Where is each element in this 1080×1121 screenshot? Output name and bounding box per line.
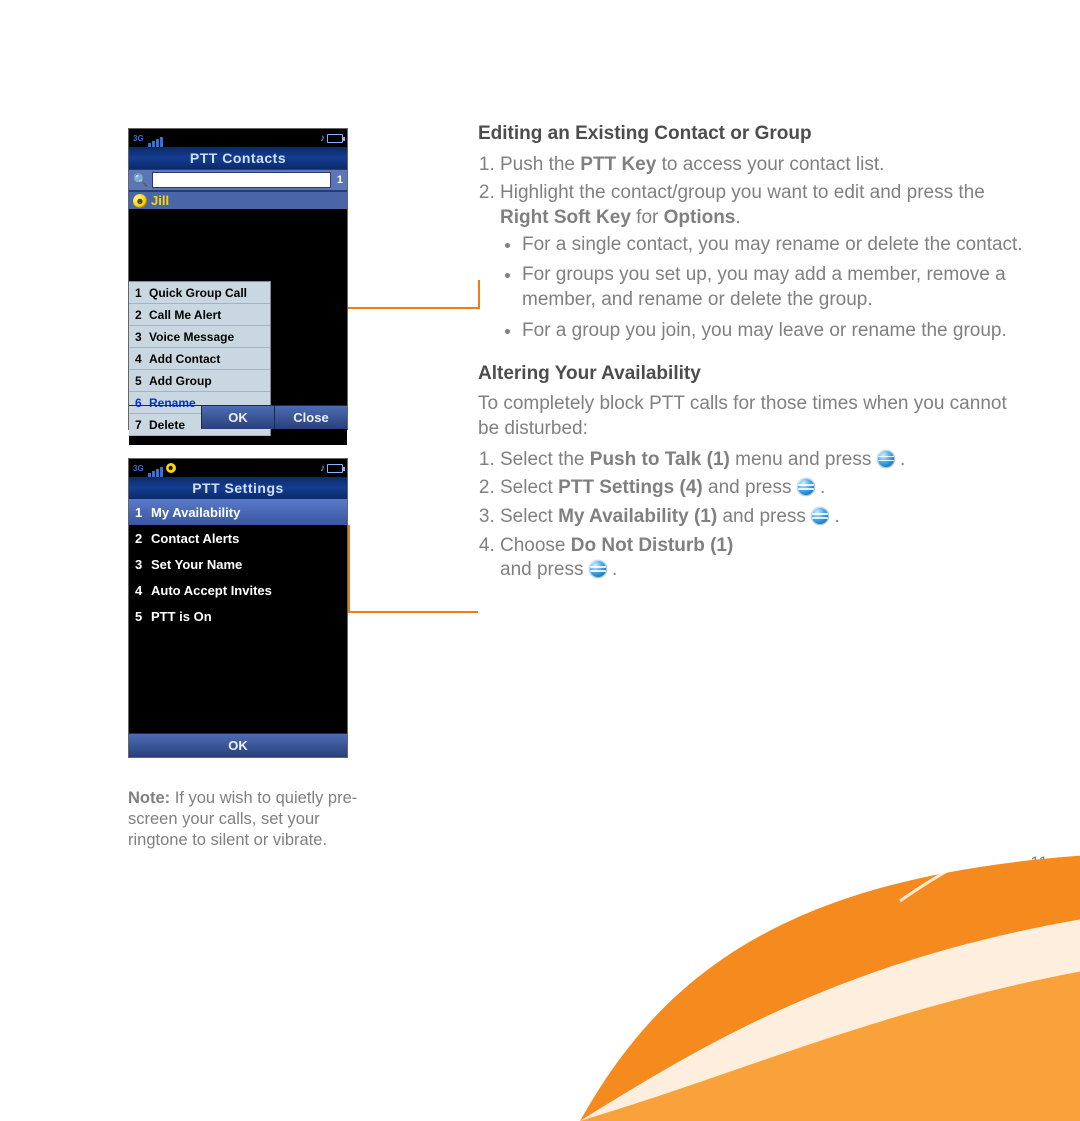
decorative-swoosh xyxy=(580,601,1080,1121)
status-bar: 3G ☻ ♪ xyxy=(129,459,347,477)
screen-title: PTT Settings xyxy=(129,477,347,499)
page-number: 11 xyxy=(1030,853,1048,873)
callout-line xyxy=(348,611,478,613)
search-input[interactable] xyxy=(152,172,331,188)
att-globe-icon xyxy=(797,478,815,496)
instruction-text: Editing an Existing Contact or Group Pus… xyxy=(478,122,1024,587)
softkey-ok[interactable]: OK xyxy=(129,733,347,757)
manual-page: 3G ♪ PTT Contacts 🔍 1 ☻ Jill 1Quick Grou… xyxy=(0,0,1080,901)
callout-line xyxy=(348,525,350,611)
result-count: 1 xyxy=(337,174,343,186)
music-icon: ♪ xyxy=(320,463,325,474)
softkey-bar: OK xyxy=(129,733,347,757)
network-3g-icon: 3G xyxy=(133,134,144,143)
callout-line xyxy=(348,307,480,309)
att-globe-icon xyxy=(877,450,895,468)
heading-editing: Editing an Existing Contact or Group xyxy=(478,122,1024,147)
softkey-bar: OK Close xyxy=(129,405,347,429)
softkey-ok[interactable]: OK xyxy=(201,405,274,429)
settings-row[interactable]: 2Contact Alerts xyxy=(129,525,347,551)
signal-icon xyxy=(148,459,164,477)
intro-text: To completely block PTT calls for those … xyxy=(478,392,1024,441)
menu-item[interactable]: 1Quick Group Call xyxy=(129,282,270,304)
bullet: For a single contact, you may rename or … xyxy=(522,233,1024,258)
settings-row[interactable]: 3Set Your Name xyxy=(129,551,347,577)
step: Select PTT Settings (4) and press . xyxy=(500,476,1024,501)
softkey-left[interactable] xyxy=(129,405,201,429)
menu-item[interactable]: 4Add Contact xyxy=(129,348,270,370)
step: Push the PTT Key to access your contact … xyxy=(500,153,1024,178)
softkey-close[interactable]: Close xyxy=(274,405,347,429)
settings-list: 1My Availability 2Contact Alerts 3Set Yo… xyxy=(129,499,347,733)
step: Highlight the contact/group you want to … xyxy=(500,181,1024,343)
screenshot-ptt-settings: 3G ☻ ♪ PTT Settings 1My Availability 2Co… xyxy=(128,458,348,758)
heading-availability: Altering Your Availability xyxy=(478,362,1024,387)
att-globe-icon xyxy=(811,507,829,525)
music-icon: ♪ xyxy=(320,133,325,144)
status-bar: 3G ♪ xyxy=(129,129,347,147)
search-row: 🔍 1 xyxy=(129,169,347,191)
settings-row[interactable]: 5PTT is On xyxy=(129,603,347,629)
step: Select My Availability (1) and press . xyxy=(500,505,1024,530)
battery-icon xyxy=(327,464,343,473)
att-globe-icon xyxy=(589,560,607,578)
contact-row[interactable]: ☻ Jill xyxy=(129,191,347,209)
settings-row[interactable]: 4Auto Accept Invites xyxy=(129,577,347,603)
screen-title: PTT Contacts xyxy=(129,147,347,169)
step: Select the Push to Talk (1) menu and pre… xyxy=(500,448,1024,473)
note-text: Note: If you wish to quietly pre-screen … xyxy=(128,788,366,851)
availability-icon: ☻ xyxy=(133,194,147,208)
signal-icon xyxy=(148,129,164,147)
step: Choose Do Not Disturb (1) and press . xyxy=(500,534,1024,583)
menu-item[interactable]: 3Voice Message xyxy=(129,326,270,348)
search-icon: 🔍 xyxy=(133,173,148,187)
screenshot-ptt-contacts: 3G ♪ PTT Contacts 🔍 1 ☻ Jill 1Quick Grou… xyxy=(128,128,348,430)
bullet: For a group you join, you may leave or r… xyxy=(522,319,1024,344)
bullet: For groups you set up, you may add a mem… xyxy=(522,263,1024,312)
contact-name: Jill xyxy=(151,193,169,208)
menu-item[interactable]: 2Call Me Alert xyxy=(129,304,270,326)
network-3g-icon: 3G xyxy=(133,464,144,473)
battery-icon xyxy=(327,134,343,143)
status-availability-icon: ☻ xyxy=(166,463,176,473)
settings-row-my-availability[interactable]: 1My Availability xyxy=(129,499,347,525)
menu-item[interactable]: 5Add Group xyxy=(129,370,270,392)
